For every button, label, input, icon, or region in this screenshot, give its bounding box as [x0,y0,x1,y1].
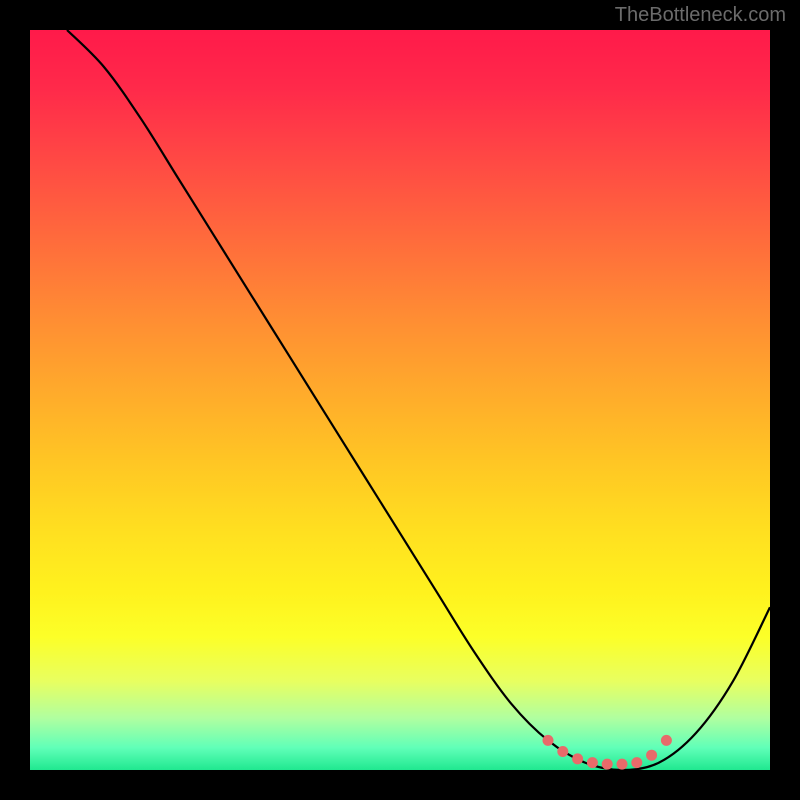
optimal-marker [557,746,568,757]
optimal-marker [572,753,583,764]
bottleneck-curve-svg [30,30,770,770]
optimal-marker [543,735,554,746]
bottleneck-curve-line [67,30,770,770]
attribution-text: TheBottleneck.com [615,4,786,27]
optimal-marker [646,750,657,761]
optimal-marker [587,757,598,768]
optimal-marker [631,757,642,768]
chart-plot-area [30,30,770,770]
optimal-marker [602,759,613,770]
optimal-marker [617,759,628,770]
optimal-marker [661,735,672,746]
